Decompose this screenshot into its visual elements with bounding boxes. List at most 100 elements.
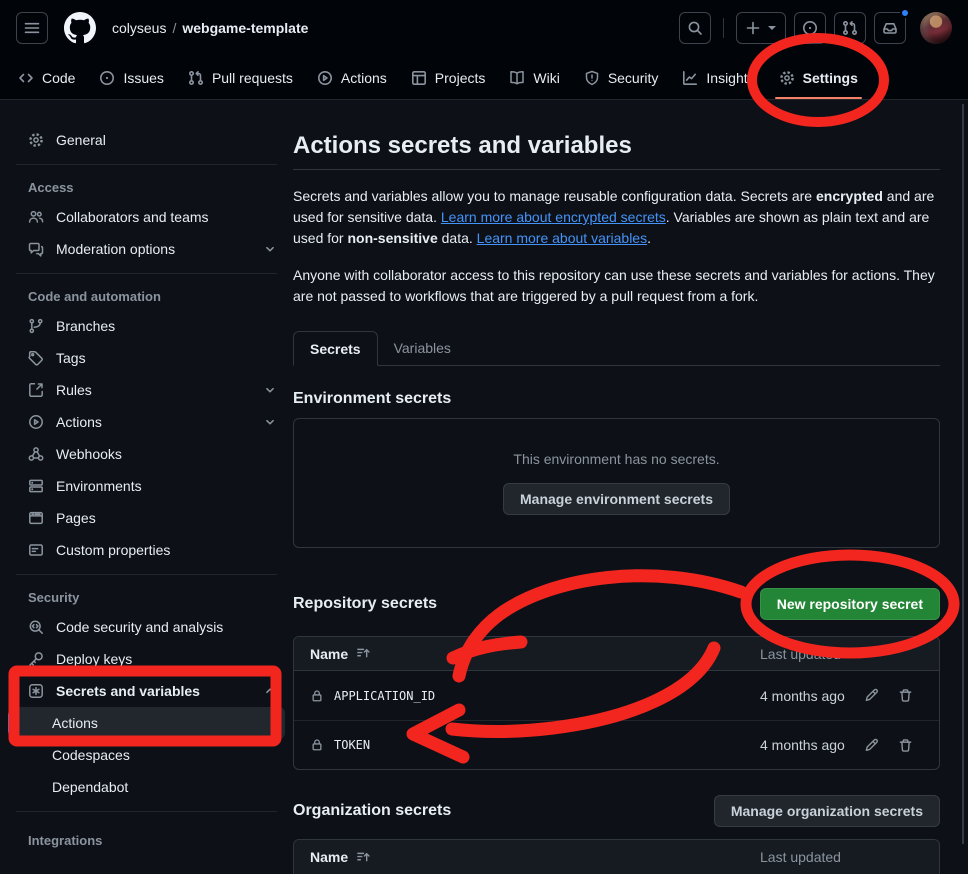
delete-secret-button[interactable] xyxy=(889,729,921,761)
sidebar-item-webhooks[interactable]: Webhooks xyxy=(8,438,285,470)
sidebar-item-label: Custom properties xyxy=(56,542,277,558)
sidebar-item-actions[interactable]: Actions xyxy=(8,406,285,438)
play-circle-icon xyxy=(28,414,44,430)
git-pull-request-icon xyxy=(842,20,858,36)
secret-name-text: TOKEN xyxy=(334,738,370,752)
manage-organization-secrets-button[interactable]: Manage organization secrets xyxy=(714,795,940,827)
avatar[interactable] xyxy=(920,12,952,44)
tab-label: Issues xyxy=(123,70,163,86)
column-updated-label: Last updated xyxy=(760,849,855,865)
tab-label: Security xyxy=(608,70,659,86)
edit-secret-button[interactable] xyxy=(855,680,887,712)
notification-dot xyxy=(900,8,910,18)
link-variables[interactable]: Learn more about variables xyxy=(477,230,647,246)
selected-tab-underline xyxy=(775,97,862,99)
book-icon xyxy=(509,70,525,86)
graph-icon xyxy=(682,70,698,86)
tab-variables[interactable]: Variables xyxy=(378,331,467,365)
new-repository-secret-button[interactable]: New repository secret xyxy=(760,588,940,620)
sidebar-item-moderation[interactable]: Moderation options xyxy=(8,233,285,265)
scrollbar-track[interactable] xyxy=(962,104,964,844)
secrets-variables-tabnav: Secrets Variables xyxy=(293,331,940,366)
search-icon xyxy=(687,20,703,36)
sidebar-subitem-actions[interactable]: Actions xyxy=(8,707,285,739)
chevron-down-icon xyxy=(263,415,277,429)
tab-security[interactable]: Security xyxy=(574,56,669,99)
link-encrypted-secrets[interactable]: Learn more about encrypted secrets xyxy=(441,209,666,225)
trash-icon xyxy=(898,738,913,753)
sidebar-section-access: Access xyxy=(8,173,285,201)
tab-wiki[interactable]: Wiki xyxy=(499,56,569,99)
tab-secrets[interactable]: Secrets xyxy=(293,331,378,366)
sidebar-item-collaborators[interactable]: Collaborators and teams xyxy=(8,201,285,233)
column-updated-label: Last updated xyxy=(760,646,855,662)
secret-name-text: APPLICATION_ID xyxy=(334,689,435,703)
tab-actions[interactable]: Actions xyxy=(307,56,397,99)
issues-button[interactable] xyxy=(794,12,826,44)
hamburger-menu-button[interactable] xyxy=(16,12,48,44)
caret-down-icon xyxy=(767,25,777,31)
sidebar-subitem-codespaces[interactable]: Codespaces xyxy=(8,739,285,771)
create-new-button[interactable] xyxy=(736,12,786,44)
issue-opened-icon xyxy=(99,70,115,86)
sidebar-item-label: Moderation options xyxy=(56,241,251,257)
sidebar-item-label: Webhooks xyxy=(56,446,277,462)
sidebar-item-label: Branches xyxy=(56,318,277,334)
tab-projects[interactable]: Projects xyxy=(401,56,496,99)
sort-ascending-icon[interactable] xyxy=(356,850,371,865)
sidebar-item-deploy-keys[interactable]: Deploy keys xyxy=(8,643,285,675)
tab-insights[interactable]: Insights xyxy=(672,56,764,99)
git-pull-request-icon xyxy=(188,70,204,86)
tab-pull-requests[interactable]: Pull requests xyxy=(178,56,303,99)
page-title: Actions secrets and variables xyxy=(293,132,940,170)
sidebar-item-custom-properties[interactable]: Custom properties xyxy=(8,534,285,566)
three-bars-icon xyxy=(24,20,40,36)
tab-label: Projects xyxy=(435,70,486,86)
search-button[interactable] xyxy=(679,12,711,44)
chevron-up-icon xyxy=(263,684,277,698)
table-icon xyxy=(411,70,427,86)
lock-icon xyxy=(310,738,324,752)
git-branch-icon xyxy=(28,318,44,334)
repo-tabs-nav: Code Issues Pull requests Actions Projec… xyxy=(0,56,968,100)
sidebar-item-branches[interactable]: Branches xyxy=(8,310,285,342)
sidebar-item-secrets-variables[interactable]: Secrets and variables xyxy=(8,675,285,707)
browser-icon xyxy=(28,510,44,526)
header-actions xyxy=(679,12,952,44)
play-circle-icon xyxy=(317,70,333,86)
gear-icon xyxy=(28,132,44,148)
edit-secret-button[interactable] xyxy=(855,729,887,761)
sidebar-item-code-security[interactable]: Code security and analysis xyxy=(8,611,285,643)
code-icon xyxy=(18,70,34,86)
breadcrumb-repo[interactable]: webgame-template xyxy=(182,20,308,36)
note-icon xyxy=(28,542,44,558)
column-name-label: Name xyxy=(310,849,348,865)
delete-secret-button[interactable] xyxy=(889,680,921,712)
key-icon xyxy=(28,651,44,667)
tab-settings[interactable]: Settings xyxy=(769,56,868,99)
table-header-row: Name Last updated xyxy=(294,840,939,874)
sidebar-subitem-dependabot[interactable]: Dependabot xyxy=(8,771,285,803)
tab-code[interactable]: Code xyxy=(8,56,85,99)
settings-sidebar: General Access Collaborators and teams M… xyxy=(0,100,293,854)
sort-ascending-icon[interactable] xyxy=(356,646,371,661)
sidebar-item-label: Pages xyxy=(56,510,277,526)
sidebar-item-rules[interactable]: Rules xyxy=(8,374,285,406)
webhook-icon xyxy=(28,446,44,462)
manage-environment-secrets-button[interactable]: Manage environment secrets xyxy=(503,483,730,515)
chevron-down-icon xyxy=(263,242,277,256)
sidebar-divider xyxy=(16,164,277,165)
sidebar-item-pages[interactable]: Pages xyxy=(8,502,285,534)
pull-requests-button[interactable] xyxy=(834,12,866,44)
tab-label: Insights xyxy=(706,70,754,86)
tab-issues[interactable]: Issues xyxy=(89,56,173,99)
sidebar-item-label: Code security and analysis xyxy=(56,619,277,635)
sidebar-item-general[interactable]: General xyxy=(8,124,285,156)
github-logo-icon[interactable] xyxy=(64,12,96,44)
sidebar-section-code-automation: Code and automation xyxy=(8,282,285,310)
breadcrumb-owner[interactable]: colyseus xyxy=(112,20,166,36)
sidebar-item-environments[interactable]: Environments xyxy=(8,470,285,502)
sidebar-item-tags[interactable]: Tags xyxy=(8,342,285,374)
sidebar-section-integrations: Integrations xyxy=(8,826,285,854)
tab-label: Wiki xyxy=(533,70,559,86)
